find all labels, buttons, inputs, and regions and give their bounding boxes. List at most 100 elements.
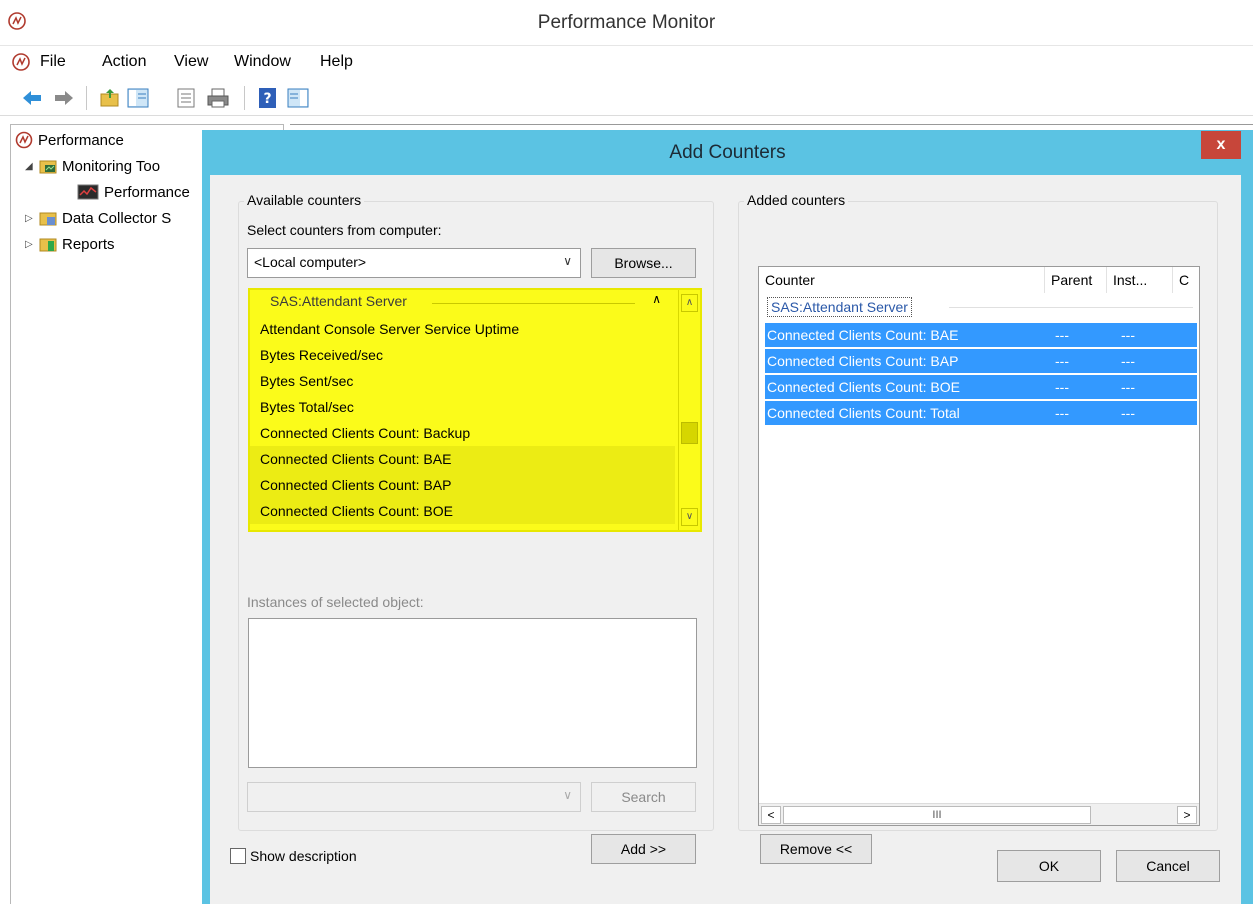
tree-item-reports[interactable]: ▷ Reports [25, 235, 115, 253]
properties-icon[interactable] [174, 86, 198, 110]
parent-cell: --- [1055, 379, 1069, 395]
browse-button[interactable]: Browse... [591, 248, 696, 278]
column-header-parent[interactable]: Parent [1045, 267, 1107, 293]
data-collector-folder-icon [39, 212, 57, 226]
horizontal-scrollbar[interactable]: < III > [759, 803, 1199, 825]
forward-icon[interactable] [52, 86, 76, 110]
expand-arrow-icon[interactable]: ▷ [25, 239, 39, 250]
chevron-down-icon: ∨ [563, 788, 572, 802]
added-counters-list[interactable]: Counter Parent Inst... C SAS:Attendant S… [758, 266, 1200, 826]
menu-bar: File Action View Window Help [0, 48, 1253, 78]
counter-object-name: SAS:Attendant Server [270, 293, 407, 309]
counter-cell: Connected Clients Count: BAP [767, 353, 959, 369]
counter-cell: Connected Clients Count: BOE [767, 379, 960, 395]
column-header-instance[interactable]: Inst... [1107, 267, 1173, 293]
column-header-computer[interactable]: C [1173, 267, 1199, 293]
ok-button[interactable]: OK [997, 850, 1101, 882]
menu-view[interactable]: View [174, 53, 208, 71]
window-title: Performance Monitor [537, 12, 716, 33]
list-item[interactable]: Bytes Sent/sec [250, 368, 675, 394]
list-item[interactable]: Bytes Total/sec [250, 394, 675, 420]
table-row[interactable]: Connected Clients Count: BOE --- --- [765, 375, 1197, 399]
column-header-counter[interactable]: Counter [759, 267, 1045, 293]
show-hide-tree-icon[interactable] [126, 86, 150, 110]
vertical-scrollbar[interactable]: ∧ ∨ [678, 290, 700, 530]
menu-window[interactable]: Window [234, 53, 291, 71]
instances-label: Instances of selected object: [247, 594, 424, 610]
toolbar: ? [0, 80, 1253, 116]
menu-action[interactable]: Action [102, 53, 146, 71]
help-icon[interactable]: ? [256, 86, 280, 110]
parent-cell: --- [1055, 405, 1069, 421]
available-counters-list[interactable]: SAS:Attendant Server ∧ Attendant Console… [248, 288, 702, 532]
dialog-title: Add Counters [669, 142, 786, 163]
instances-list[interactable] [248, 618, 697, 768]
list-item[interactable]: Connected Clients Count: Backup [250, 420, 675, 446]
remove-button[interactable]: Remove << [760, 834, 872, 864]
tree-item-label: Monitoring Too [62, 157, 161, 175]
computer-value: <Local computer> [254, 254, 367, 270]
scroll-thumb[interactable] [681, 422, 698, 444]
tree-item-performance-root[interactable]: Performance [15, 131, 124, 149]
scroll-thumb[interactable]: III [783, 806, 1091, 824]
instances-search-combobox[interactable]: ∨ [247, 782, 581, 812]
counter-cell: Connected Clients Count: BAE [767, 327, 959, 343]
added-object-name[interactable]: SAS:Attendant Server [767, 297, 912, 317]
tree-item-monitoring-tools[interactable]: ◢ Monitoring Too [25, 157, 160, 175]
expand-arrow-icon[interactable]: ▷ [25, 213, 39, 224]
monitoring-folder-icon [39, 160, 57, 174]
table-row[interactable]: Connected Clients Count: BAE --- --- [765, 323, 1197, 347]
computer-combobox[interactable]: <Local computer> ∨ [247, 248, 581, 278]
header-divider [432, 303, 635, 304]
main-pane-border [290, 124, 1253, 128]
cancel-button[interactable]: Cancel [1116, 850, 1220, 882]
tree-item-performance-monitor[interactable]: Performance [77, 183, 190, 201]
reports-folder-icon [39, 238, 57, 252]
list-item[interactable]: Connected Clients Count: BAE [250, 446, 675, 472]
table-row[interactable]: Connected Clients Count: BAP --- --- [765, 349, 1197, 373]
scroll-up-icon[interactable]: ∧ [681, 294, 698, 312]
scroll-right-icon[interactable]: > [1177, 806, 1197, 824]
tree-item-data-collector-sets[interactable]: ▷ Data Collector S [25, 209, 171, 227]
counter-cell: Connected Clients Count: Total [767, 405, 960, 421]
select-computer-label: Select counters from computer: [247, 222, 442, 238]
object-divider [949, 307, 1193, 308]
menu-file[interactable]: File [40, 53, 66, 71]
print-icon[interactable] [206, 86, 230, 110]
collapse-arrow-icon[interactable]: ◢ [25, 161, 39, 172]
list-item[interactable]: Connected Clients Count: BOE [250, 498, 675, 524]
scroll-down-icon[interactable]: ∨ [681, 508, 698, 526]
performance-graph-icon [77, 184, 99, 200]
chevron-up-icon[interactable]: ∧ [652, 292, 661, 306]
scroll-left-icon[interactable]: < [761, 806, 781, 824]
add-button[interactable]: Add >> [591, 834, 696, 864]
show-description-checkbox[interactable]: Show description [230, 848, 357, 864]
instance-cell: --- [1121, 379, 1135, 395]
instance-cell: --- [1121, 353, 1135, 369]
toolbar-separator [86, 86, 87, 110]
added-counters-label: Added counters [744, 192, 849, 208]
checkbox-box[interactable] [230, 848, 246, 864]
toolbar-separator [244, 86, 245, 110]
show-hide-action-pane-icon[interactable] [286, 86, 310, 110]
show-description-label: Show description [250, 848, 357, 864]
instance-cell: --- [1121, 405, 1135, 421]
available-counters-label: Available counters [244, 192, 365, 208]
up-folder-icon[interactable] [98, 86, 122, 110]
list-item[interactable]: Attendant Console Server Service Uptime [250, 316, 675, 342]
list-item[interactable]: Connected Clients Count: BAP [250, 472, 675, 498]
add-counters-dialog: Add Counters x Available counters Select… [202, 130, 1253, 904]
search-button[interactable]: Search [591, 782, 696, 812]
counter-object-header[interactable]: SAS:Attendant Server ∧ [250, 290, 675, 314]
tree-item-label: Performance [38, 131, 124, 149]
close-button[interactable]: x [1201, 131, 1241, 159]
system-menu-icon[interactable] [12, 53, 30, 71]
menu-help[interactable]: Help [320, 53, 353, 71]
table-row[interactable]: Connected Clients Count: Total --- --- [765, 401, 1197, 425]
list-item[interactable]: Bytes Received/sec [250, 342, 675, 368]
dialog-body: Available counters Select counters from … [210, 175, 1241, 904]
instance-cell: --- [1121, 327, 1135, 343]
title-bar: Performance Monitor [0, 0, 1253, 46]
tree-item-label: Performance [104, 183, 190, 201]
back-icon[interactable] [20, 86, 44, 110]
